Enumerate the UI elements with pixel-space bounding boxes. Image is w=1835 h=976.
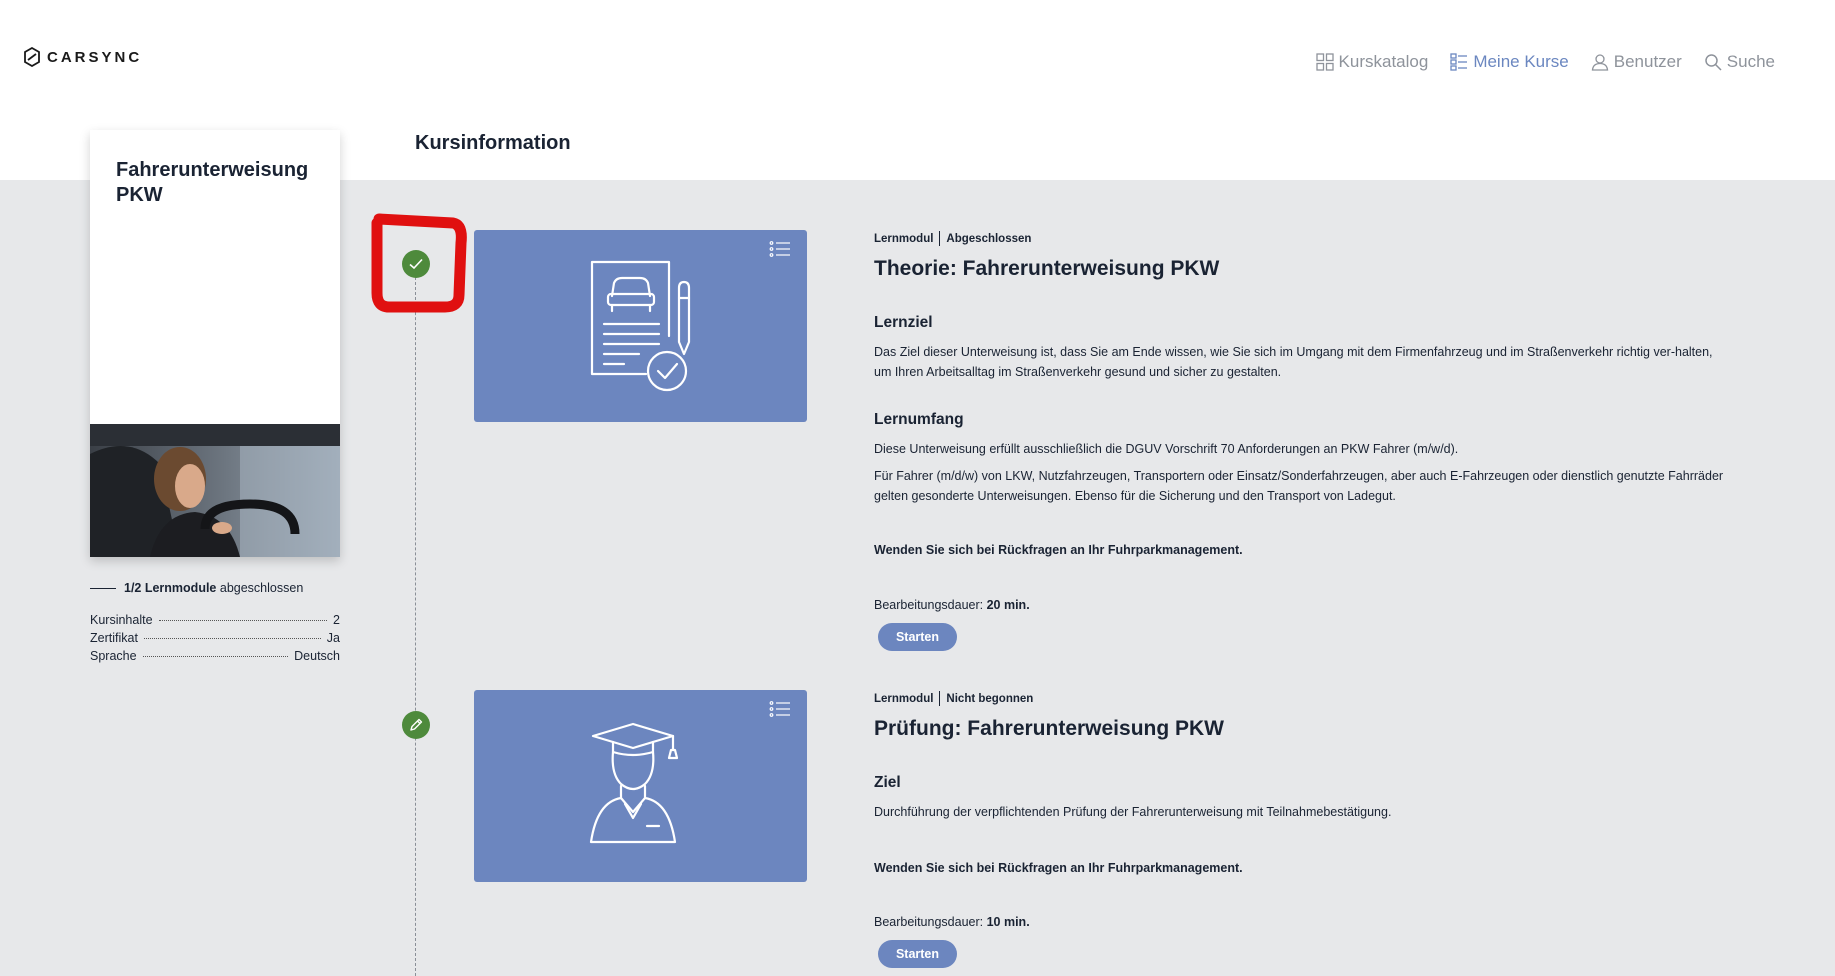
nav-meine-kurse-label: Meine Kurse xyxy=(1473,52,1569,71)
info-row-kursinhalte: Kursinhalte 2 xyxy=(90,613,340,631)
module-2-note: Wenden Sie sich bei Rückfragen an Ihr Fu… xyxy=(874,861,1243,875)
module-2-meta: Lernmodul Nicht begonnen xyxy=(874,691,1734,706)
module-2-thumbnail[interactable] xyxy=(474,690,807,882)
info-value: 2 xyxy=(333,613,340,627)
info-dots xyxy=(158,620,328,621)
meta-separator xyxy=(939,231,941,246)
module-1-details: Lernmodul Abgeschlossen Theorie: Fahreru… xyxy=(874,231,1734,281)
logo-text: CARSYNC xyxy=(47,48,143,66)
module-1-section2-text2: Für Fahrer (m/d/w) von LKW, Nutzfahrzeug… xyxy=(874,469,1724,503)
nav-benutzer-label: Benutzer xyxy=(1613,52,1682,71)
module-2-section1-heading: Ziel xyxy=(874,774,901,791)
module-2-details: Lernmodul Nicht begonnen Prüfung: Fahrer… xyxy=(874,691,1734,741)
meta-separator xyxy=(939,691,941,706)
info-row-zertifikat: Zertifikat Ja xyxy=(90,631,340,649)
progress-label: abgeschlossen xyxy=(219,581,304,595)
course-progress: 1/2 Lernmodule abgeschlossen xyxy=(90,581,303,595)
module-type: Lernmodul xyxy=(874,232,934,245)
checklist-icon xyxy=(769,701,790,717)
carsync-logo-icon xyxy=(24,47,40,67)
document-car-icon xyxy=(590,260,691,392)
nav-kurskatalog-label: Kurskatalog xyxy=(1338,52,1429,71)
course-info-list: Kursinhalte 2 Zertifikat Ja Sprache Deut… xyxy=(90,613,340,667)
module-2-section1-text: Durchführung der verpflichtenden Prüfung… xyxy=(874,805,1392,819)
module-1-meta: Lernmodul Abgeschlossen xyxy=(874,231,1734,246)
info-label: Zertifikat xyxy=(90,631,138,645)
course-title: Fahrerunterweisung PKW xyxy=(116,159,309,206)
info-dots xyxy=(142,656,289,657)
user-icon xyxy=(1591,54,1608,71)
duration-value: 20 min. xyxy=(986,598,1030,612)
module-1-start-button[interactable]: Starten xyxy=(878,623,957,651)
nav-suche[interactable]: Suche xyxy=(1704,52,1775,72)
info-label: Kursinhalte xyxy=(90,613,153,627)
module-2-duration: Bearbeitungsdauer: 10 min. xyxy=(874,915,1734,929)
info-value: Ja xyxy=(326,631,340,645)
search-icon xyxy=(1705,54,1722,71)
graduate-icon xyxy=(589,722,679,844)
main-nav: Kurskatalog Meine Kurse Benutzer Suche xyxy=(1315,52,1775,72)
nav-kurskatalog[interactable]: Kurskatalog xyxy=(1315,52,1429,72)
duration-label: Bearbeitungsdauer: xyxy=(874,915,984,929)
module-1-title: Theorie: Fahrerunterweisung PKW xyxy=(874,257,1220,280)
course-photo xyxy=(90,424,340,557)
progress-count: 1/2 Lernmodule xyxy=(124,581,217,595)
module-type: Lernmodul xyxy=(874,692,934,705)
info-label: Sprache xyxy=(90,649,137,663)
module-1-section1-heading: Lernziel xyxy=(874,314,933,331)
page-title: Kursinformation xyxy=(415,132,571,154)
course-card[interactable]: Fahrerunterweisung PKW xyxy=(90,130,340,557)
checklist-icon xyxy=(769,241,790,257)
info-row-sprache: Sprache Deutsch xyxy=(90,649,340,667)
nav-suche-label: Suche xyxy=(1726,52,1775,71)
progress-dash xyxy=(90,587,116,589)
list-icon xyxy=(1450,53,1468,71)
info-value: Deutsch xyxy=(294,649,340,663)
module-status: Abgeschlossen xyxy=(946,232,1032,245)
duration-value: 10 min. xyxy=(986,915,1030,929)
module-2-start-button[interactable]: Starten xyxy=(878,940,957,968)
grid-icon xyxy=(1315,53,1334,71)
nav-meine-kurse[interactable]: Meine Kurse xyxy=(1450,52,1569,72)
module-2-title: Prüfung: Fahrerunterweisung PKW xyxy=(874,717,1225,740)
info-dots xyxy=(143,638,321,639)
module-status: Nicht begonnen xyxy=(946,692,1034,705)
module-1-duration: Bearbeitungsdauer: 20 min. xyxy=(874,598,1734,612)
driver-photo-image xyxy=(90,424,340,557)
timeline-line xyxy=(415,262,416,976)
status-completed-check-icon xyxy=(402,250,430,278)
logo[interactable]: CARSYNC xyxy=(23,47,142,67)
module-1-note: Wenden Sie sich bei Rückfragen an Ihr Fu… xyxy=(874,543,1243,557)
module-1-section2-text1: Diese Unterweisung erfüllt ausschließlic… xyxy=(874,442,1459,456)
module-1-thumbnail[interactable] xyxy=(474,230,807,422)
module-1-section2-heading: Lernumfang xyxy=(874,411,964,428)
status-pencil-icon xyxy=(402,711,430,739)
nav-benutzer[interactable]: Benutzer xyxy=(1591,52,1682,72)
module-1-section1-text: Das Ziel dieser Unterweisung ist, dass S… xyxy=(874,345,1713,379)
duration-label: Bearbeitungsdauer: xyxy=(874,598,984,612)
